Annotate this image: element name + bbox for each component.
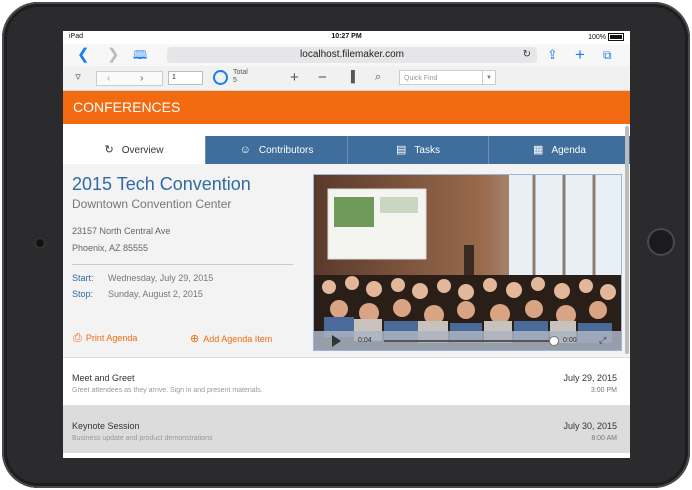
event-venue: Downtown Convention Center: [72, 197, 232, 211]
record-nav: ‹ ›: [96, 71, 163, 86]
conference-photo: [314, 175, 621, 350]
tab-label: Contributors: [258, 145, 314, 156]
url-bar[interactable]: localhost.filemaker.com ↻: [167, 47, 537, 63]
start-date: Wednesday, July 29, 2015: [108, 273, 214, 283]
agenda-date: July 29, 2015: [563, 373, 617, 383]
agenda-name: Meet and Greet: [72, 373, 135, 383]
calendar-icon: ▦: [533, 144, 544, 156]
quick-find-placeholder: Quick Find: [404, 75, 438, 82]
tab-label: Overview: [121, 145, 164, 156]
prev-record-icon[interactable]: ‹: [107, 72, 110, 87]
agenda-desc: Business update and product demonstratio…: [72, 435, 213, 442]
find-icon[interactable]: ⌕: [375, 70, 381, 85]
stop-date: Sunday, August 2, 2015: [108, 289, 203, 299]
share-icon[interactable]: ⇪: [547, 46, 558, 64]
chevron-down-icon[interactable]: ▼: [482, 71, 495, 84]
start-label: Start:: [72, 273, 94, 283]
status-bar: iPad 10:27 PM 100%: [63, 31, 630, 44]
layout-menu-icon[interactable]: ▿: [71, 70, 85, 85]
divider: [72, 264, 293, 265]
tab-agenda[interactable]: ▦ Agenda: [488, 136, 630, 164]
screen: iPad 10:27 PM 100% ❮ ❯ 🕮 localhost.filem…: [63, 31, 630, 458]
event-title: 2015 Tech Convention: [72, 174, 251, 194]
battery-indicator: 100%: [588, 33, 624, 41]
record-number-input[interactable]: 1: [168, 71, 203, 85]
plus-circle-icon: ⊕: [190, 333, 200, 345]
video-remaining: 0:00: [563, 337, 577, 344]
print-agenda-label: Print Agenda: [85, 333, 138, 343]
new-tab-icon[interactable]: +: [575, 46, 585, 64]
agenda-date: July 30, 2015: [563, 421, 617, 431]
fullscreen-icon[interactable]: ⤢: [599, 335, 606, 346]
print-agenda-button[interactable]: ⎙ Print Agenda: [73, 332, 137, 345]
total-label: Total: [233, 69, 248, 76]
tab-tasks[interactable]: ▤ Tasks: [347, 136, 488, 164]
clock: 10:27 PM: [331, 33, 362, 40]
bookmarks-icon[interactable]: 🕮: [133, 46, 147, 64]
address-line-2: Phoenix, AZ 85555: [72, 243, 149, 253]
reload-icon[interactable]: ↻: [523, 47, 531, 63]
browser-nav: ❮ ❯ 🕮 localhost.filemaker.com ↻ ⇪ + ⧉: [63, 44, 630, 66]
tabs-icon[interactable]: ⧉: [603, 46, 612, 64]
home-button[interactable]: [647, 228, 675, 256]
battery-icon: [608, 33, 624, 41]
chart-icon[interactable]: ▐: [347, 70, 355, 85]
battery-label: 100%: [588, 33, 606, 41]
delete-record-icon[interactable]: −: [318, 70, 327, 85]
page-title: CONFERENCES: [63, 91, 630, 124]
agenda-time: 8:00 AM: [591, 435, 617, 442]
tab-overview[interactable]: ↻ Overview: [63, 136, 205, 164]
tab-contributors[interactable]: ☺ Contributors: [205, 136, 347, 164]
agenda-list: Meet and Greet Greet attendees as they a…: [63, 357, 630, 453]
forward-icon[interactable]: ❯: [107, 46, 120, 64]
video-elapsed: 0:04: [358, 337, 372, 344]
quick-find-input[interactable]: Quick Find ▼: [399, 70, 496, 85]
next-record-icon[interactable]: ›: [140, 72, 143, 87]
total-value: 5: [233, 77, 237, 84]
add-agenda-label: Add Agenda Item: [203, 334, 273, 344]
url-text: localhost.filemaker.com: [300, 49, 404, 60]
scrollbar[interactable]: [625, 126, 629, 354]
play-icon[interactable]: [332, 335, 341, 347]
add-agenda-item-button[interactable]: ⊕ Add Agenda Item: [190, 332, 272, 345]
record-status-icon: [213, 70, 228, 85]
agenda-name: Keynote Session: [72, 421, 140, 431]
tab-label: Agenda: [551, 145, 586, 156]
video-player[interactable]: 0:04 0:00 ⤢: [313, 174, 622, 351]
agenda-time: 3:00 PM: [590, 387, 617, 394]
back-icon[interactable]: ❮: [77, 46, 90, 64]
address-line-1: 23157 North Central Ave: [72, 226, 171, 236]
filemaker-toolbar: ▿ ‹ › 1 Total 5 + − ▐ ⌕ Quick Find ▼: [63, 66, 630, 91]
refresh-icon: ↻: [104, 144, 114, 156]
scrubber-handle[interactable]: [549, 336, 559, 346]
agenda-desc: Greet attendees as they arrive. Sign in …: [72, 387, 263, 394]
list-item[interactable]: Meet and Greet Greet attendees as they a…: [63, 357, 630, 405]
tab-bar: ↻ Overview ☺ Contributors ▤ Tasks ▦ Agenda: [63, 136, 630, 164]
list-item[interactable]: Keynote Session Business update and prod…: [63, 405, 630, 453]
printer-icon: ⎙: [73, 332, 82, 344]
video-controls: 0:04 0:00 ⤢: [314, 331, 621, 350]
camera: [36, 239, 44, 247]
tasks-icon: ▤: [396, 144, 407, 156]
video-scrubber[interactable]: [384, 340, 552, 342]
stop-label: Stop:: [72, 289, 94, 299]
people-icon: ☺: [239, 144, 251, 156]
tab-label: Tasks: [414, 145, 440, 156]
new-record-icon[interactable]: +: [290, 70, 299, 85]
